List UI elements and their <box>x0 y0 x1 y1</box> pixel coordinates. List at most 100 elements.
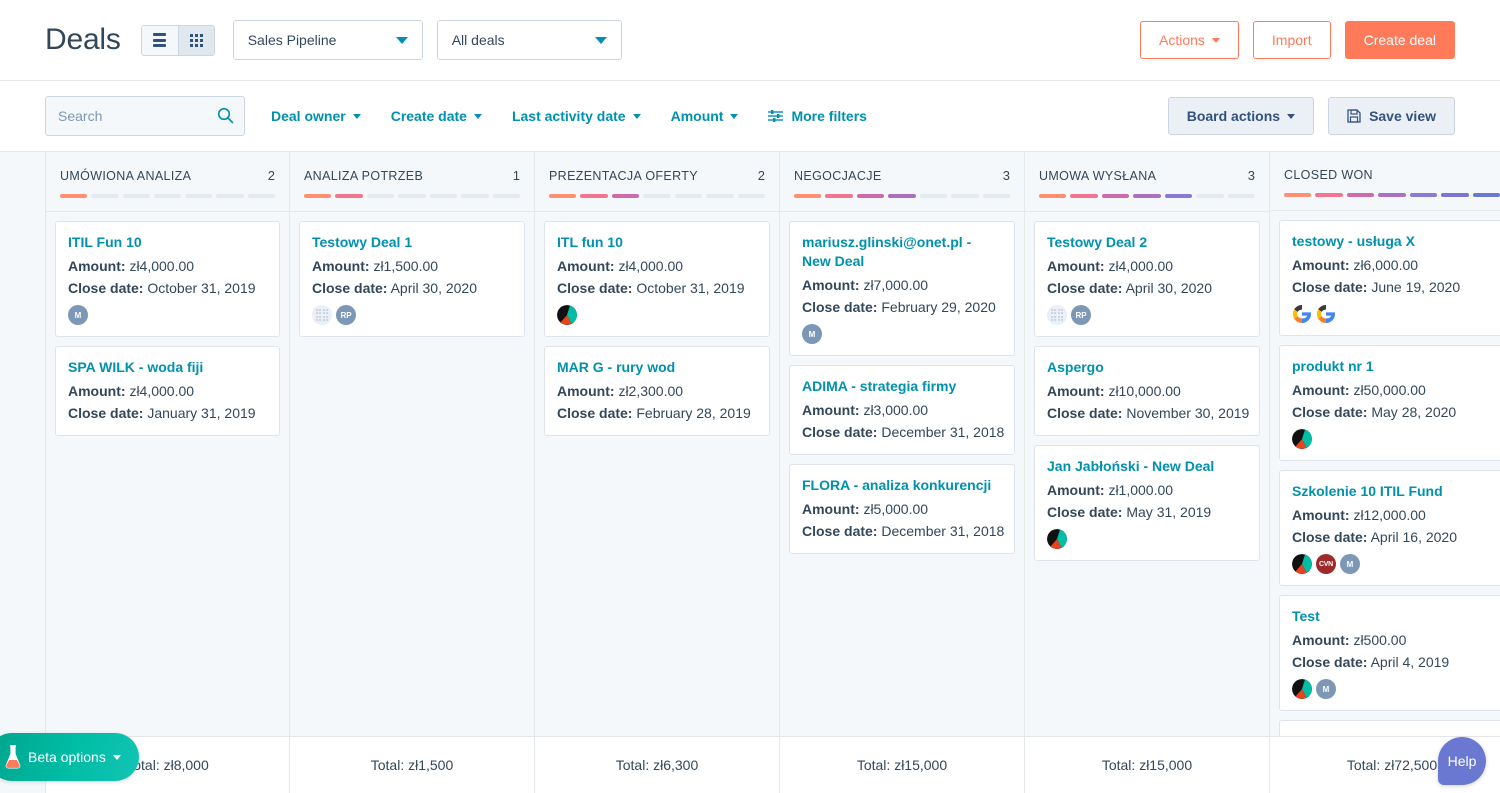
pipeline-select[interactable]: Sales Pipeline <box>232 20 423 60</box>
deal-card-title[interactable]: Jan Jabłoński - New Deal <box>1047 457 1247 476</box>
board-view-toggle[interactable] <box>177 25 214 55</box>
filter-deal-owner[interactable]: Deal owner <box>271 108 361 124</box>
filter-last-activity-date[interactable]: Last activity date <box>512 108 641 124</box>
deals-filter-select[interactable]: All deals <box>436 20 622 60</box>
stage-progress-segment <box>366 194 395 198</box>
deal-card[interactable]: Test Amount: zł500.00 Close date: April 4,… <box>1279 595 1500 711</box>
beta-options-button[interactable]: Beta options <box>0 733 139 781</box>
stage-progress-segment <box>1227 194 1255 198</box>
stage-progress-segment <box>706 194 734 198</box>
deal-card[interactable]: ITL fun 10 Amount: zł4,000.00 Close date: … <box>544 221 770 337</box>
stage-progress-segment <box>888 194 916 198</box>
stage-progress-segment <box>1133 194 1161 198</box>
help-button[interactable]: Help <box>1438 737 1486 785</box>
deal-card-title[interactable]: Aspergo <box>1047 358 1247 377</box>
chevron-down-icon <box>730 113 739 119</box>
deal-card[interactable]: SPA WILK - woda fiji Amount: zł4,000.00 Cl… <box>55 346 280 436</box>
chevron-down-icon <box>112 754 121 760</box>
list-icon <box>153 33 167 47</box>
filter-deal-owner-label: Deal owner <box>271 108 346 124</box>
deal-card-title[interactable]: ITL fun 10 <box>557 233 757 252</box>
deal-card[interactable]: Testowy Deal 2 Amount: zł4,000.00 Close da… <box>1034 221 1260 337</box>
chevron-down-icon <box>632 113 641 119</box>
column-title: ANALIZA POTRZEB <box>304 169 424 183</box>
create-deal-button[interactable]: Create deal <box>1344 21 1455 59</box>
filter-bar: Deal owner Create date Last activity dat… <box>0 81 1500 152</box>
stage-progress-segment <box>1315 193 1343 197</box>
deal-card-title[interactable]: MAR G - rury wod <box>557 358 757 377</box>
avatar-logo-pie <box>1292 554 1312 574</box>
list-view-toggle[interactable] <box>141 25 178 55</box>
deal-card-amount: Amount: zł4,000.00 <box>557 255 757 277</box>
deal-card[interactable]: Aspergo Amount: zł10,000.00 Close date: No… <box>1034 346 1260 436</box>
import-button[interactable]: Import <box>1252 21 1331 59</box>
stage-progress-segment <box>1409 193 1438 197</box>
deal-card-title[interactable]: mariusz.glinski@onet.pl - New Deal <box>802 233 1002 271</box>
deal-card-amount-value: zł4,000.00 <box>618 258 684 274</box>
deal-card-title[interactable]: FLORA - analiza konkurencji <box>802 476 1002 495</box>
deal-card-amount-label: Amount: <box>1292 257 1350 273</box>
deal-card-close-date: Close date: October 31, 2019 <box>68 277 267 299</box>
view-toggle-group[interactable] <box>140 24 215 56</box>
deal-card[interactable]: Testowy Deal 1 Amount: zł1,500.00 Close da… <box>299 221 525 337</box>
deal-card[interactable]: testowy - usługa X Amount: zł6,000.00 Clos… <box>1279 220 1500 336</box>
deal-card-title[interactable]: produkt nr 1 <box>1292 357 1492 376</box>
deal-card[interactable]: Jan Jabłoński - New Deal Amount: zł1,000.… <box>1034 445 1260 561</box>
deal-card-amount-label: Amount: <box>557 383 615 399</box>
deal-card[interactable]: ADIMA - strategia firmy Amount: zł3,000.0… <box>789 365 1015 455</box>
deal-card-amount-value: zł7,000.00 <box>863 277 929 293</box>
deal-card-close-date-label: Close date: <box>1047 280 1123 296</box>
deal-card-amount-label: Amount: <box>1292 632 1350 648</box>
deal-card-title[interactable]: SPA WILK - woda fiji <box>68 358 267 377</box>
deal-card[interactable]: mariusz.glinski@onet.pl - New Deal Amount… <box>789 221 1015 356</box>
column-count: 3 <box>1002 168 1010 183</box>
deal-card-title[interactable]: ITIL Fun 10 <box>68 233 267 252</box>
column-cards: ITIL Fun 10 Amount: zł4,000.00 Close date:… <box>46 212 289 736</box>
deal-card-title[interactable]: ADIMA - strategia firmy <box>802 377 1002 396</box>
deal-card[interactable]: MAR G - rury wod Amount: zł2,300.00 Close … <box>544 346 770 436</box>
deal-card-title[interactable]: Testowy Deal 2 <box>1047 233 1247 252</box>
avatar-logo-pie <box>1292 679 1312 699</box>
stage-progress-segment <box>216 194 244 198</box>
filter-create-date-label: Create date <box>390 108 467 124</box>
filter-create-date[interactable]: Create date <box>391 108 482 124</box>
deal-card-title[interactable]: Testowy Deal 1 <box>312 233 512 252</box>
deal-card-amount: Amount: zł6,000.00 <box>1292 254 1492 276</box>
deal-card[interactable]: ITIL Fun 10 Amount: zł4,000.00 Close date:… <box>55 221 280 337</box>
deal-card-amount: Amount: zł10,000.00 <box>1047 380 1247 402</box>
deal-card-close-date: Close date: November 30, 2019 <box>1047 402 1250 424</box>
more-filters-button[interactable]: More filters <box>768 108 867 124</box>
deal-card-close-date-value: January 31, 2019 <box>147 405 256 421</box>
stage-progress-segment <box>982 194 1010 198</box>
filter-amount[interactable]: Amount <box>671 108 739 124</box>
sliders-icon <box>768 110 784 122</box>
deal-card[interactable]: Szkolenie 10 ITIL Fund Amount: zł12,000.0… <box>1279 470 1500 586</box>
deal-card-title[interactable]: Test <box>1292 607 1492 626</box>
save-view-button[interactable]: Save view <box>1328 97 1455 135</box>
deal-card-amount: Amount: zł500.00 <box>1292 629 1492 651</box>
deal-card-close-date-value: February 29, 2020 <box>881 299 996 315</box>
stage-progress-segment <box>1472 193 1500 197</box>
stage-progress-segment <box>335 194 363 198</box>
search-input[interactable] <box>45 96 245 136</box>
column-header-row: PREZENTACJA OFERTY 2 <box>549 168 765 183</box>
deal-card-title[interactable]: Szkolenie 10 ITIL Fund <box>1292 482 1492 501</box>
deal-card[interactable]: COVISION - rozwój produktuAmount: zł4,00… <box>1279 720 1500 736</box>
actions-button[interactable]: Actions <box>1140 21 1239 59</box>
column-count: 2 <box>267 168 275 183</box>
deal-card[interactable]: produkt nr 1 Amount: zł50,000.00 Close dat… <box>1279 345 1500 461</box>
deal-card-close-date-value: October 31, 2019 <box>147 280 256 296</box>
avatar-google-logo <box>1316 304 1336 324</box>
deal-card-close-date-value: November 30, 2019 <box>1126 405 1250 421</box>
deal-card-avatars: M <box>1292 679 1492 699</box>
chevron-down-icon <box>473 113 482 119</box>
stage-progress-bar <box>304 194 520 198</box>
stage-progress-bar <box>1284 193 1500 197</box>
deal-card-close-date-value: April 4, 2019 <box>1370 654 1450 670</box>
deal-card-amount-label: Amount: <box>1292 382 1350 398</box>
deal-card[interactable]: FLORA - analiza konkurencji Amount: zł5,0… <box>789 464 1015 554</box>
search-icon[interactable] <box>217 107 234 124</box>
deal-card-amount: Amount: zł3,000.00 <box>802 399 1002 421</box>
board-actions-button[interactable]: Board actions <box>1167 97 1315 135</box>
deal-card-title[interactable]: testowy - usługa X <box>1292 232 1492 251</box>
